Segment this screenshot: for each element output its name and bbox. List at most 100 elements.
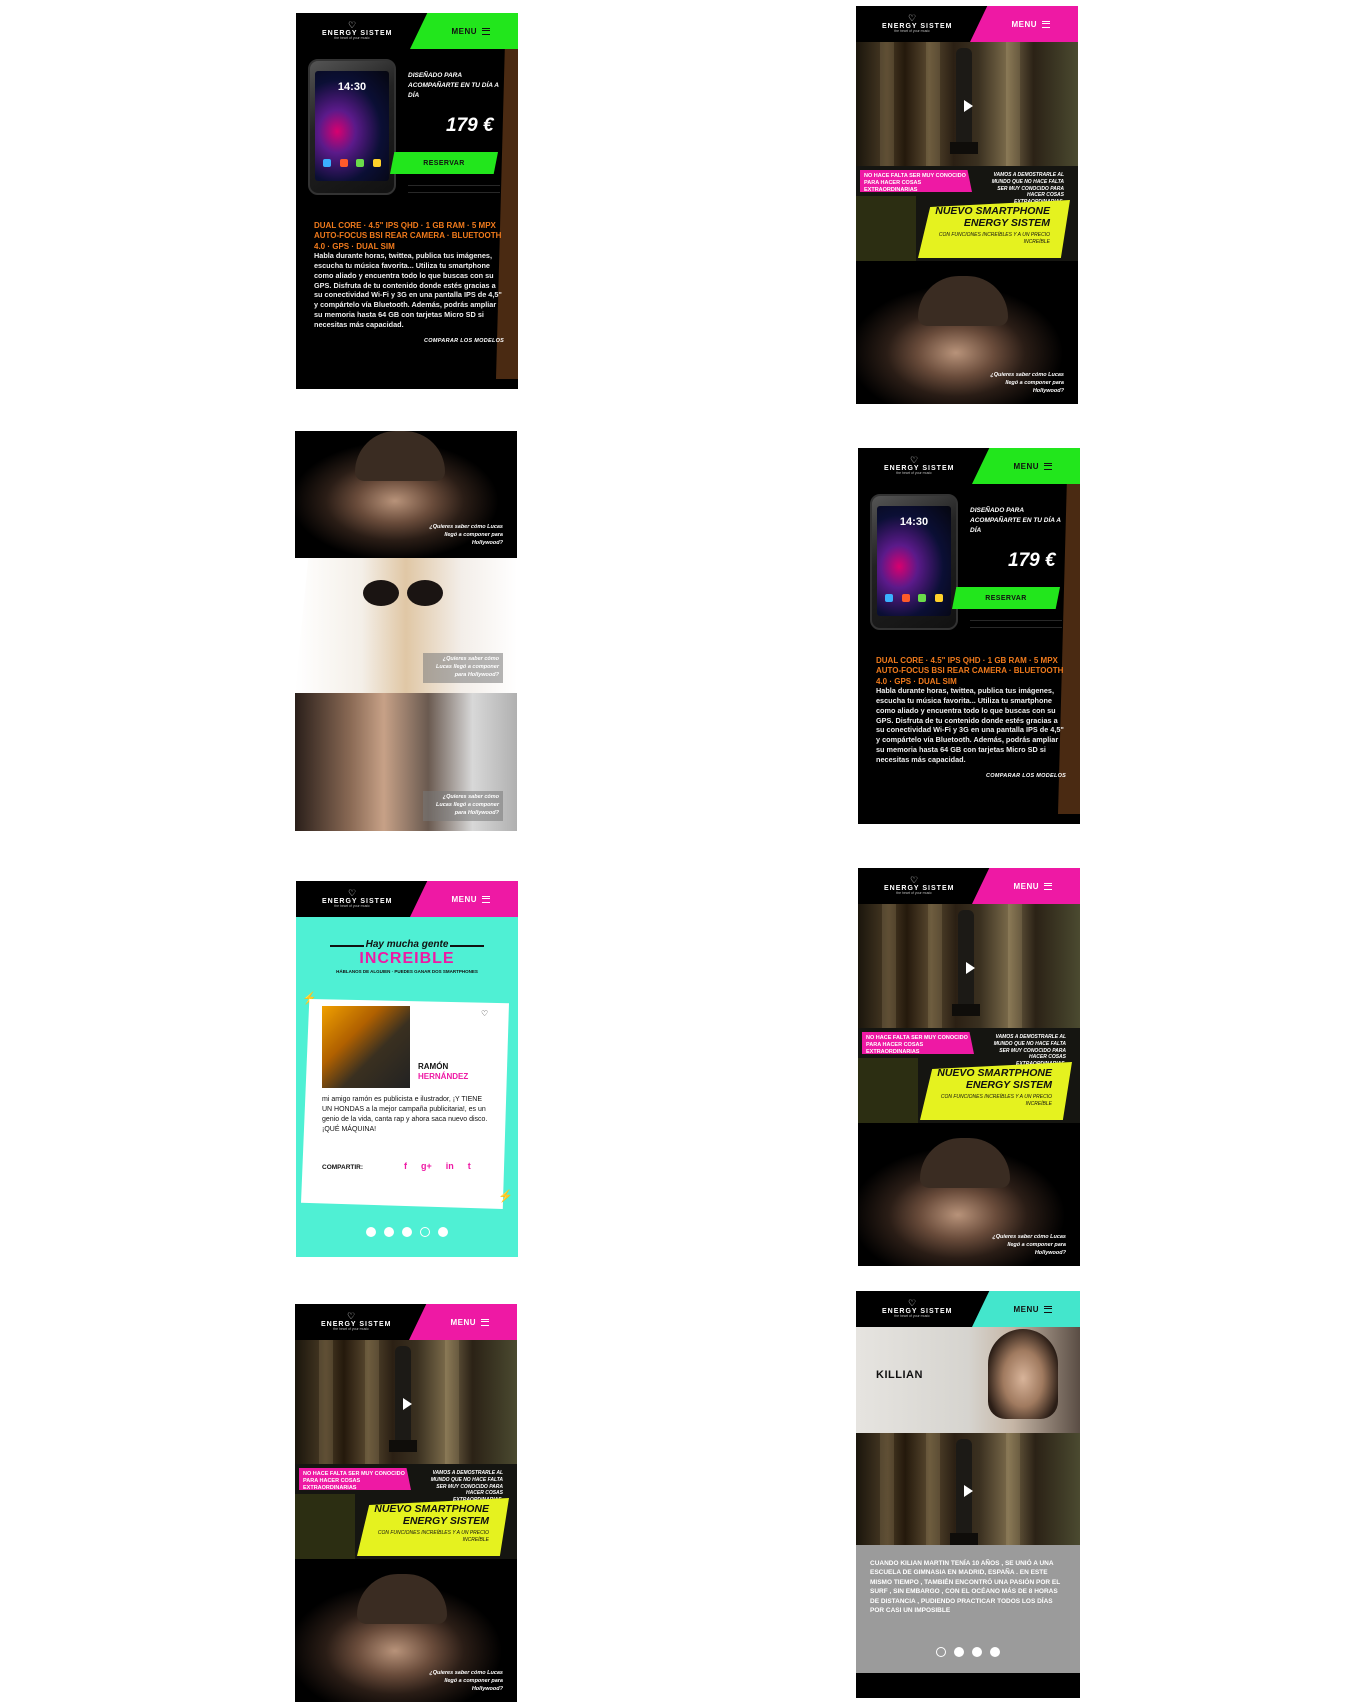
play-icon[interactable]	[964, 100, 973, 112]
lucas-portrait[interactable]: ¿Quieres saber cómo Lucas llegó a compon…	[295, 1574, 517, 1702]
community-title: INCREIBLE	[359, 950, 455, 967]
campaign-block: NO HACE FALTA SER MUY CONOCIDO PARA HACE…	[856, 166, 1078, 261]
campaign-subline: CON FUNCIONES INCREÍBLES Y A UN PRECIO I…	[940, 1094, 1052, 1107]
play-icon[interactable]	[964, 1485, 973, 1497]
campaign-panel-1: ♡ ENERGY SISTEM the heart of your music …	[856, 6, 1078, 404]
campaign-panel-3: ♡ ENERGY SISTEM the heart of your music …	[295, 1304, 517, 1702]
face-question: ¿Quieres saber cómo Lucas llegó a compon…	[423, 791, 503, 821]
lucas-portrait[interactable]: ¿Quieres saber cómo Lucas llegó a compon…	[858, 1138, 1080, 1266]
menu-button[interactable]: MENU	[972, 868, 1080, 904]
campaign-subline: CON FUNCIONES INCREÍBLES Y A UN PRECIO I…	[377, 1530, 489, 1543]
brand-logo[interactable]: ♡ ENERGY SISTEM the heart of your music	[322, 21, 391, 41]
hamburger-icon	[481, 1318, 489, 1326]
brand-logo[interactable]: ♡ ENERGY SISTEM the heart of your music	[882, 1299, 951, 1319]
brand-logo[interactable]: ♡ ENERGY SISTEM the heart of your music	[884, 876, 953, 896]
killian-panel: ♡ ENERGY SISTEM the heart of your music …	[856, 1291, 1080, 1698]
brand-logo[interactable]: ♡ ENERGY SISTEM the heart of your music	[884, 455, 953, 476]
athlete-figure	[958, 910, 974, 1010]
carousel-dot[interactable]	[402, 1227, 412, 1237]
story-text: mi amigo ramón es publicista e ilustrado…	[322, 1096, 488, 1134]
pedestal	[950, 1533, 978, 1545]
social-links: f g+ in t	[404, 1161, 471, 1171]
face-card-killian[interactable]: ¿Quieres saber cómo Lucas llegó a compon…	[295, 693, 517, 831]
campaign-blurb: VAMOS A DEMOSTRARLE AL MUNDO QUE NO HACE…	[993, 1034, 1066, 1067]
carousel-dot-active[interactable]	[936, 1647, 946, 1657]
brand-logo[interactable]: ♡ ENERGY SISTEM the heart of your music	[882, 14, 951, 34]
header: ♡ ENERGY SISTEM the heart of your music …	[856, 6, 1078, 42]
community-title-script: Hay mucha gente	[365, 939, 449, 950]
carousel-dot[interactable]	[954, 1647, 964, 1657]
product-panel-2: ♡ ENERGY SISTEM the heart of your music …	[858, 448, 1080, 824]
reserve-button[interactable]: RESERVAR	[952, 587, 1060, 609]
linkedin-icon[interactable]: in	[446, 1161, 454, 1171]
ramon-photo	[322, 1006, 410, 1088]
carousel-dot[interactable]	[972, 1647, 982, 1657]
menu-button[interactable]: MENU	[410, 13, 518, 49]
compare-link[interactable]: COMPARAR LOS MODELOS	[424, 338, 504, 344]
heart-icon[interactable]: ♡	[481, 1009, 488, 1018]
facebook-icon[interactable]: f	[404, 1161, 407, 1171]
portrait-question: ¿Quieres saber cómo Lucas llegó a compon…	[429, 1670, 503, 1693]
play-icon[interactable]	[403, 1398, 412, 1410]
header: ♡ ENERGY SISTEM the heart of your music …	[858, 868, 1080, 904]
brand-logo[interactable]: ♡ ENERGY SISTEM the heart of your music	[321, 1312, 390, 1332]
menu-button[interactable]: MENU	[409, 1304, 517, 1340]
portrait-hair	[918, 276, 1008, 326]
carousel-dot-active[interactable]	[420, 1227, 430, 1237]
compare-link[interactable]: COMPARAR LOS MODELOS	[986, 773, 1066, 779]
menu-button[interactable]: MENU	[970, 6, 1078, 42]
campaign-headline-box: NUEVO SMARTPHONE ENERGY SISTEM CON FUNCI…	[357, 1498, 509, 1556]
heart-icon: ♡	[909, 455, 919, 465]
sunglasses-image	[363, 580, 443, 606]
campaign-banner: NO HACE FALTA SER MUY CONOCIDO PARA HACE…	[860, 170, 972, 192]
menu-button[interactable]: MENU	[410, 881, 518, 917]
carousel-dot[interactable]	[384, 1227, 394, 1237]
athlete-figure	[956, 48, 972, 148]
header: ♡ ENERGY SISTEM the heart of your music …	[296, 881, 518, 917]
person-last-name: HERNÁNDEZ	[418, 1072, 469, 1081]
brand-logo[interactable]: ♡ ENERGY SISTEM the heart of your music	[322, 889, 391, 909]
video-player[interactable]	[295, 1340, 517, 1464]
hamburger-icon	[482, 895, 490, 903]
twitter-icon[interactable]: t	[468, 1161, 471, 1171]
video-player[interactable]	[858, 904, 1080, 1028]
killian-photo	[988, 1329, 1058, 1419]
hamburger-icon	[1042, 20, 1050, 28]
menu-button[interactable]: MENU	[972, 448, 1080, 484]
hamburger-icon	[1044, 1305, 1052, 1313]
fine-print	[970, 620, 1062, 628]
faces-panel: ¿Quieres saber cómo Lucas llegó a compon…	[295, 431, 517, 831]
campaign-headline-box: NUEVO SMARTPHONE ENERGY SISTEM CON FUNCI…	[920, 1062, 1072, 1120]
face-question: ¿Quieres saber cómo Lucas llegó a compon…	[423, 653, 503, 683]
community-subtitle: HÁBLANOS DE ALGUIEN · PUEDES GANAR DOS S…	[336, 969, 478, 974]
face-card-lucas[interactable]: ¿Quieres saber cómo Lucas llegó a compon…	[295, 431, 517, 558]
decor-band	[295, 1494, 355, 1559]
campaign-block: NO HACE FALTA SER MUY CONOCIDO PARA HACE…	[858, 1028, 1080, 1123]
campaign-panel-2: ♡ ENERGY SISTEM the heart of your music …	[858, 868, 1080, 1266]
reserve-button[interactable]: RESERVAR	[390, 152, 498, 174]
fine-print	[408, 185, 500, 193]
play-icon[interactable]	[966, 962, 975, 974]
face-card-woman[interactable]: ¿Quieres saber cómo Lucas llegó a compon…	[295, 558, 517, 693]
lucas-portrait[interactable]: ¿Quieres saber cómo Lucas llegó a compon…	[856, 276, 1078, 404]
product-description: Habla durante horas, twittea, publica tu…	[876, 686, 1064, 764]
hamburger-icon	[482, 27, 490, 35]
lightning-icon: ⚡	[498, 1189, 513, 1203]
product-tagline: DISEÑADO PARA ACOMPAÑARTE EN TU DÍA A DÍ…	[970, 507, 1061, 534]
google-plus-icon[interactable]: g+	[421, 1161, 432, 1171]
carousel-dot[interactable]	[366, 1227, 376, 1237]
carousel-dots	[856, 1647, 1080, 1657]
product-tagline: DISEÑADO PARA ACOMPAÑARTE EN TU DÍA A DÍ…	[408, 72, 499, 99]
carousel-dot[interactable]	[438, 1227, 448, 1237]
video-player[interactable]	[856, 42, 1078, 166]
athlete-figure	[395, 1346, 411, 1446]
menu-button[interactable]: MENU	[972, 1291, 1080, 1327]
campaign-subline: CON FUNCIONES INCREÍBLES Y A UN PRECIO I…	[938, 232, 1050, 245]
video-player[interactable]	[856, 1433, 1080, 1545]
portrait-hair	[920, 1138, 1010, 1188]
carousel-dot[interactable]	[990, 1647, 1000, 1657]
header: ♡ ENERGY SISTEM the heart of your music …	[856, 1291, 1080, 1327]
portrait-question: ¿Quieres saber cómo Lucas llegó a compon…	[992, 1234, 1066, 1257]
product-panel-1: ♡ ENERGY SISTEM the heart of your music …	[296, 13, 518, 389]
portrait-hair	[357, 1574, 447, 1624]
